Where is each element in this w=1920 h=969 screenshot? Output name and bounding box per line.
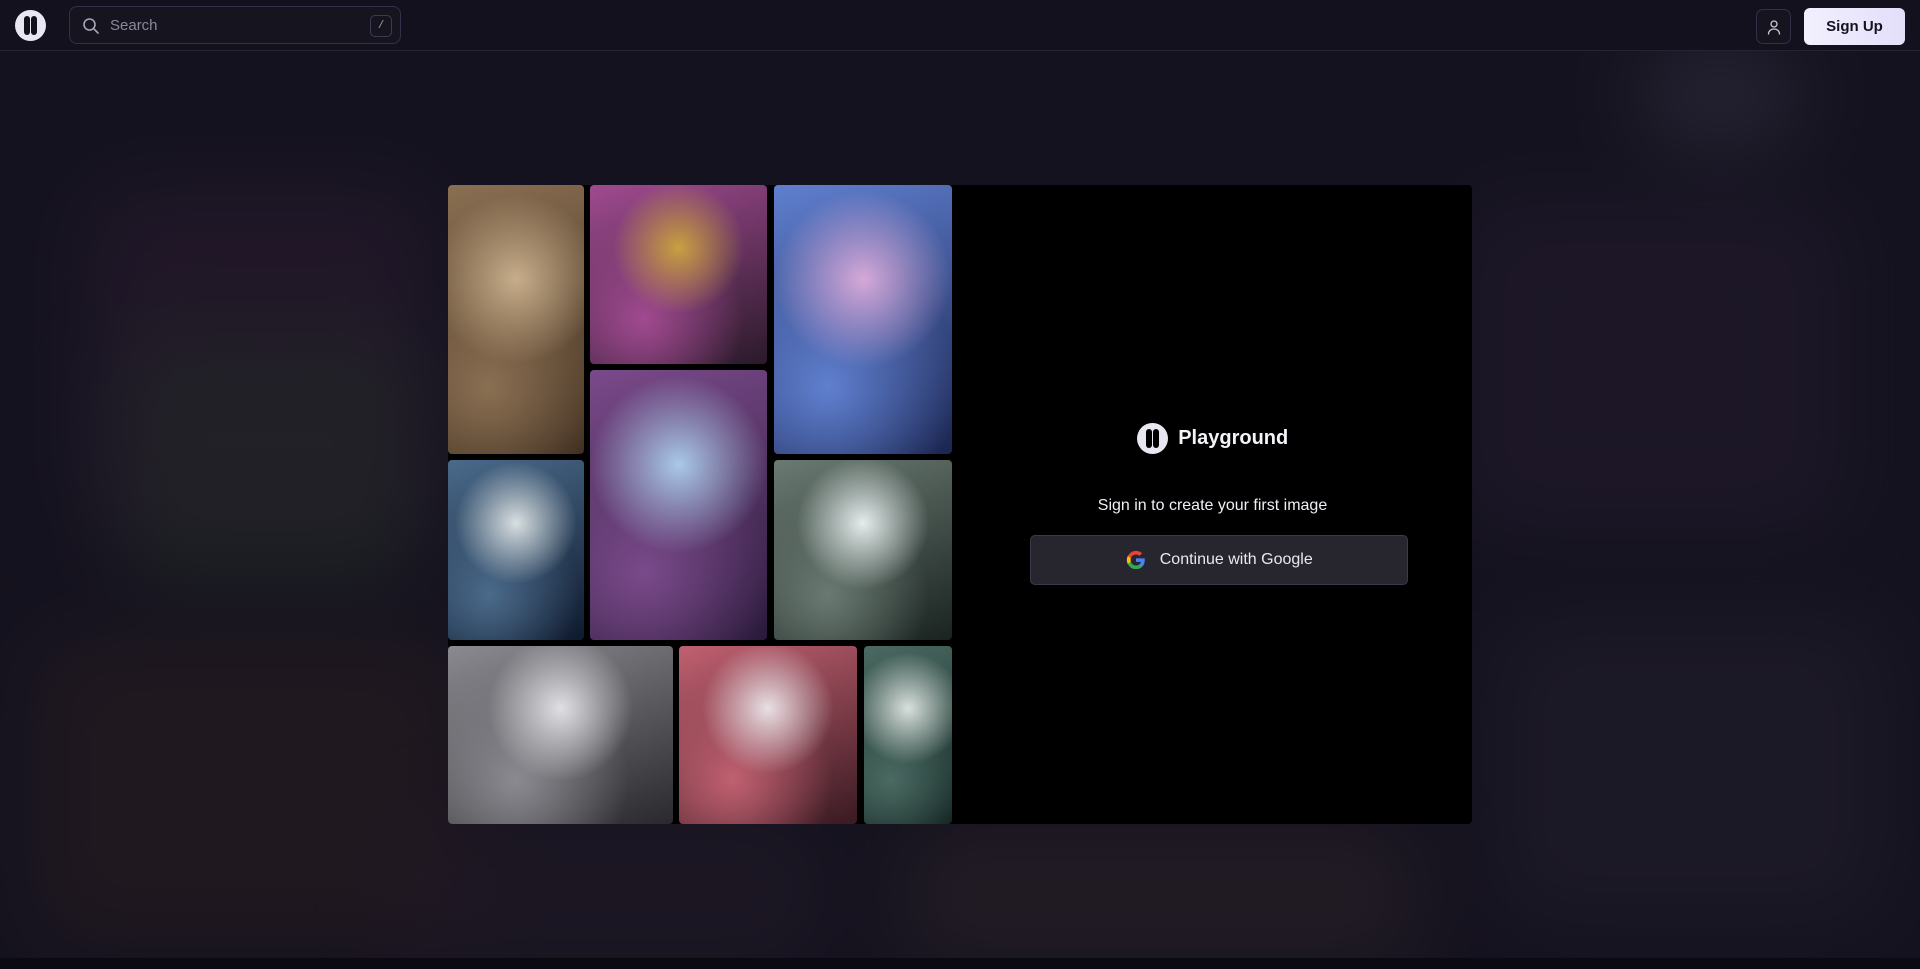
continue-with-google-button[interactable]: Continue with Google <box>1030 535 1408 585</box>
google-icon <box>1127 550 1146 570</box>
brand-name: Playground <box>1178 427 1289 449</box>
gallery-image <box>864 646 952 824</box>
gallery-image <box>774 460 952 640</box>
gallery-image <box>590 370 767 640</box>
gallery-image <box>774 185 952 454</box>
user-account-button[interactable] <box>1756 9 1791 44</box>
search-box[interactable]: / <box>69 6 401 44</box>
gallery-image <box>448 646 673 824</box>
sign-in-subtitle: Sign in to create your first image <box>1097 497 1328 514</box>
gallery-image <box>590 185 767 364</box>
playground-logo-icon[interactable] <box>15 10 46 41</box>
brand: Playground <box>953 423 1472 457</box>
gallery-image <box>448 185 584 454</box>
auth-panel: Playground Sign in to create your first … <box>953 185 1472 824</box>
sign-in-modal: Playground Sign in to create your first … <box>448 185 1472 824</box>
search-input[interactable] <box>108 7 348 43</box>
google-button-label: Continue with Google <box>1159 551 1313 568</box>
user-icon <box>1767 20 1781 35</box>
search-shortcut-key: / <box>370 15 392 37</box>
search-icon <box>83 18 99 34</box>
gallery-image <box>679 646 857 824</box>
playground-logo-icon <box>1136 423 1168 454</box>
bottom-strip <box>0 958 1920 969</box>
top-bar: / Sign Up <box>0 0 1920 51</box>
gallery-image <box>448 460 584 640</box>
sign-up-button[interactable]: Sign Up <box>1804 8 1905 45</box>
